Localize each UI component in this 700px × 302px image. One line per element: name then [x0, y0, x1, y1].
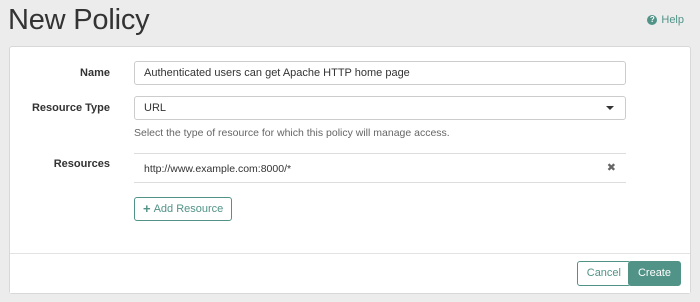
plus-icon: +	[143, 201, 151, 216]
page-title: New Policy	[8, 4, 150, 36]
resource-type-value: URL	[144, 102, 167, 114]
add-resource-button[interactable]: + Add Resource	[134, 197, 233, 221]
resource-type-help-text: Select the type of resource for which th…	[134, 127, 450, 139]
remove-resource-icon[interactable]: ✖	[607, 162, 616, 174]
form-footer: Cancel Create	[10, 253, 690, 293]
name-label: Name	[80, 67, 110, 79]
resource-url[interactable]: http://www.example.com:8000/*	[144, 163, 291, 175]
help-label: Help	[661, 14, 684, 26]
form-body: Name Authenticated users can get Apache …	[10, 47, 690, 253]
question-circle-icon: ?	[647, 15, 658, 25]
resource-type-select[interactable]: URL	[134, 96, 626, 120]
policy-form-panel: Name Authenticated users can get Apache …	[9, 46, 691, 294]
help-link[interactable]: ? Help	[647, 14, 684, 26]
add-resource-label: Add Resource	[153, 203, 224, 215]
resource-type-label: Resource Type	[31, 102, 110, 114]
create-button[interactable]: Create	[627, 261, 681, 286]
cancel-button[interactable]: Cancel	[576, 261, 631, 286]
name-input[interactable]: Authenticated users can get Apache HTTP …	[134, 61, 626, 85]
resources-label: Resources	[53, 158, 110, 170]
caret-down-icon	[606, 106, 614, 110]
resource-row: http://www.example.com:8000/* ✖	[134, 153, 626, 183]
